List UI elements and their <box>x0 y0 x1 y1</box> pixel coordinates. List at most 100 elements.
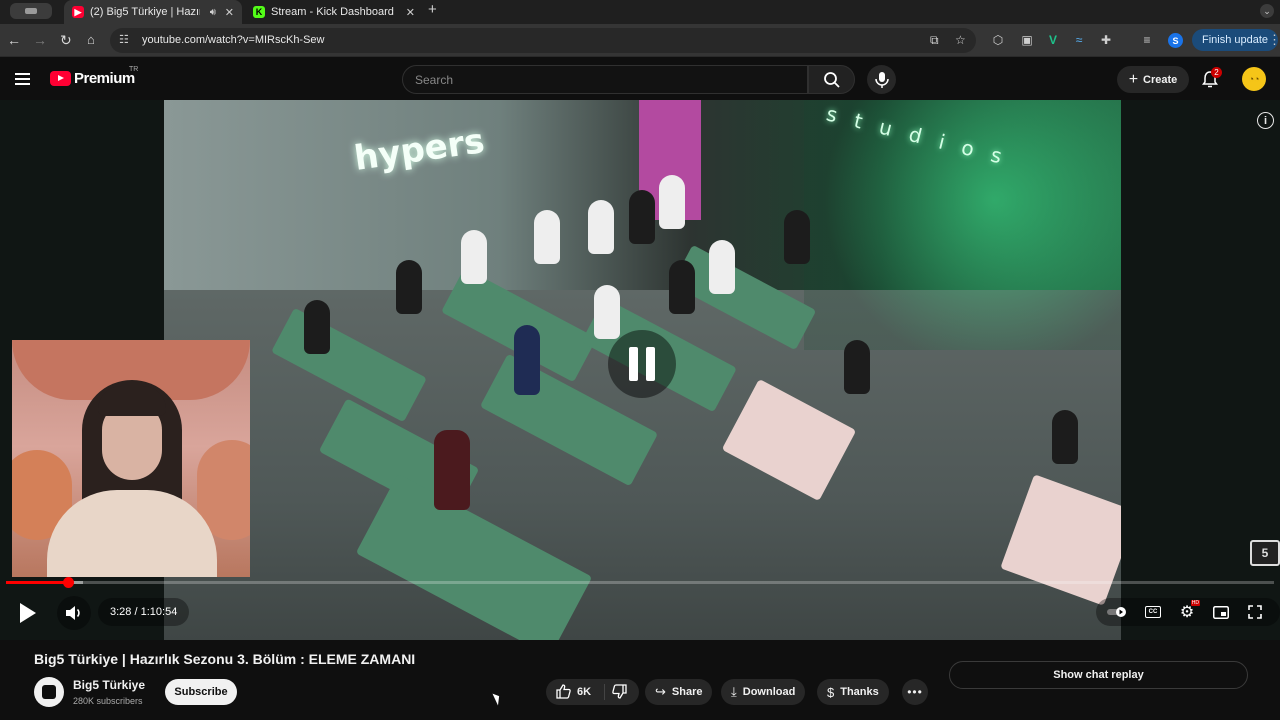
menu-hamburger-icon[interactable] <box>15 73 30 85</box>
v-extension-icon[interactable]: V <box>1045 32 1061 48</box>
download-button[interactable]: ⤓ Download <box>721 679 806 705</box>
participant <box>304 300 330 354</box>
country-code: TR <box>129 66 139 73</box>
progress-bar[interactable] <box>6 577 1274 588</box>
search-input[interactable]: Search <box>402 65 808 94</box>
participant <box>659 175 685 229</box>
address-bar[interactable]: ☷ youtube.com/watch?v=MIRscKh-Sew ⧉ ☆ <box>110 28 976 53</box>
dislike-button[interactable] <box>612 684 627 702</box>
play-button[interactable] <box>6 593 46 633</box>
translate-extension-icon[interactable]: ▣ <box>1019 32 1035 48</box>
like-separator <box>604 684 605 700</box>
extension-icon[interactable]: ⬡ <box>990 32 1006 48</box>
home-button[interactable]: ⌂ <box>87 32 95 48</box>
total-duration: 1:10:54 <box>140 606 178 618</box>
speaker-icon[interactable]: 🔊︎ <box>210 7 216 18</box>
like-button[interactable]: 6K <box>556 684 591 699</box>
participant <box>784 210 810 264</box>
webcam-person-fringe <box>98 386 166 416</box>
info-icon[interactable]: i <box>1257 112 1274 129</box>
participant <box>514 325 540 395</box>
profile-avatar[interactable]: S <box>1168 33 1183 48</box>
volume-button[interactable] <box>57 596 91 630</box>
webcam-person-shirt <box>47 490 217 577</box>
participant <box>1052 410 1078 464</box>
channel-name[interactable]: Big5 Türkiye <box>73 678 145 692</box>
settings-button[interactable]: ⚙ HD <box>1172 598 1202 626</box>
right-controls: CC ⚙ HD <box>1104 598 1270 626</box>
finish-update-button[interactable]: Finish update <box>1192 29 1279 51</box>
new-tab-button[interactable]: + <box>428 1 437 18</box>
extensions-puzzle-icon[interactable]: ✚ <box>1098 32 1114 48</box>
plus-icon: + <box>1128 70 1139 88</box>
share-arrow-icon: ↪ <box>655 684 666 699</box>
tab-title: Stream - Kick Dashboard <box>271 6 394 18</box>
search-button[interactable] <box>808 65 855 94</box>
participant <box>534 210 560 264</box>
create-button[interactable]: + Create <box>1117 66 1189 93</box>
back-button[interactable]: ← <box>7 32 21 48</box>
participant <box>594 285 620 339</box>
kick-favicon-icon: K <box>253 6 265 18</box>
site-info-icon[interactable]: ☷ <box>119 33 129 46</box>
close-tab-icon[interactable]: ✕ <box>406 6 415 19</box>
tab-youtube[interactable]: ▶ (2) Big5 Türkiye | Hazırlık 🔊︎ ✕ <box>64 0 242 24</box>
share-button[interactable]: ↪ Share <box>645 679 713 705</box>
volume-icon <box>66 606 80 620</box>
account-avatar[interactable]: ◔◔ <box>1242 67 1266 91</box>
url-text[interactable]: youtube.com/watch?v=MIRscKh-Sew <box>142 34 325 46</box>
played-bar <box>6 581 69 584</box>
tab-title: (2) Big5 Türkiye | Hazırlık <box>90 6 200 18</box>
close-tab-icon[interactable]: ✕ <box>225 6 234 19</box>
notifications-button[interactable]: 2 <box>1201 67 1222 90</box>
participant <box>461 230 487 284</box>
browser-toolbar: ← → ↻ ⌂ ☷ youtube.com/watch?v=MIRscKh-Se… <box>0 24 1280 57</box>
bookmark-star-icon[interactable]: ☆ <box>955 33 966 47</box>
subscribe-button[interactable]: Subscribe <box>165 679 237 705</box>
channel-watermark-icon[interactable]: 5 <box>1250 540 1280 566</box>
microphone-icon <box>874 71 889 88</box>
like-dislike-group: 6K <box>546 679 639 705</box>
reload-button[interactable]: ↻ <box>60 32 72 48</box>
show-chat-replay-button[interactable]: Show chat replay <box>949 661 1248 689</box>
browser-menu-icon[interactable]: ⋮ <box>1268 32 1280 48</box>
youtube-play-logo-icon <box>50 71 71 86</box>
participant <box>709 240 735 294</box>
participant <box>434 430 470 510</box>
create-label: Create <box>1143 73 1178 86</box>
channel-avatar[interactable] <box>34 677 64 707</box>
reading-list-icon[interactable]: ≡ <box>1139 32 1155 48</box>
miniplayer-button[interactable] <box>1206 598 1236 626</box>
participant <box>629 190 655 244</box>
video-details: Big5 Türkiye | Hazırlık Sezonu 3. Bölüm … <box>0 640 1280 720</box>
thanks-label: Thanks <box>840 686 879 698</box>
forward-button[interactable]: → <box>33 32 47 48</box>
search-placeholder: Search <box>415 73 454 87</box>
video-title: Big5 Türkiye | Hazırlık Sezonu 3. Bölüm … <box>34 651 416 667</box>
tab-search-button[interactable] <box>10 3 52 19</box>
share-label: Share <box>671 686 703 698</box>
video-player[interactable]: hypers studios i 5 3:28 / 1:10:54 CC ⚙ H… <box>0 100 1280 640</box>
wave-extension-icon[interactable]: ≈ <box>1071 32 1087 48</box>
captions-button[interactable]: CC <box>1138 598 1168 626</box>
install-app-icon[interactable]: ⧉ <box>930 33 939 48</box>
participant <box>844 340 870 394</box>
streamer-webcam-overlay <box>12 340 250 577</box>
tab-kick[interactable]: K Stream - Kick Dashboard ✕ <box>245 0 423 24</box>
participant <box>669 260 695 314</box>
channel-logo-icon <box>42 685 56 699</box>
thanks-button[interactable]: $ Thanks <box>817 679 889 705</box>
fullscreen-button[interactable] <box>1240 598 1270 626</box>
pause-indicator-icon[interactable] <box>608 330 676 398</box>
time-separator: / <box>134 606 138 618</box>
more-actions-button[interactable]: ••• <box>902 679 928 705</box>
autoplay-toggle[interactable] <box>1104 598 1134 626</box>
scrubber-handle[interactable] <box>63 577 75 588</box>
thanks-dollar-icon: $ <box>827 684 835 700</box>
browser-tab-strip: ▶ (2) Big5 Türkiye | Hazırlık 🔊︎ ✕ K Str… <box>0 0 1280 24</box>
youtube-favicon-icon: ▶ <box>72 6 84 18</box>
tab-list-chevron-icon[interactable]: ⌄ <box>1260 4 1274 18</box>
youtube-premium-logo[interactable]: Premium TR <box>50 66 138 87</box>
time-display: 3:28 / 1:10:54 <box>98 598 190 626</box>
voice-search-button[interactable] <box>867 65 896 94</box>
